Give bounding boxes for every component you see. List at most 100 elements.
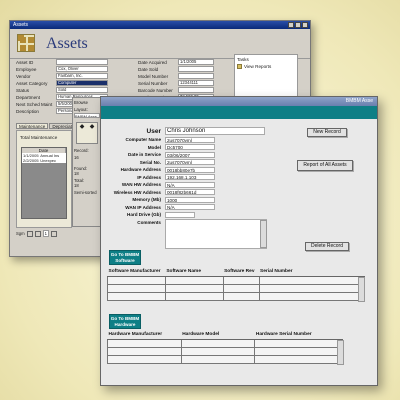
field-status: Status Sold	[16, 87, 108, 93]
record-label: Record:	[74, 148, 89, 153]
table-cell[interactable]	[180, 338, 256, 348]
field-label: Employee	[16, 66, 37, 72]
book-navigator[interactable]: ◆ ◆	[76, 122, 98, 144]
table-cell[interactable]	[107, 346, 182, 356]
field-label-wireless-hw-address: Wireless HW Address	[113, 189, 161, 195]
table-cell[interactable]	[180, 354, 256, 364]
table-cell[interactable]	[258, 275, 365, 285]
field-label: Next Sched Maint	[16, 101, 53, 107]
wan-hw-address-field[interactable]: N/A	[165, 181, 215, 188]
table-row[interactable]	[107, 283, 365, 293]
table-row[interactable]: 2/2/2005 Unexpec	[22, 158, 66, 163]
user-field[interactable]: Chris Johnson	[165, 127, 265, 135]
table-cell[interactable]	[222, 283, 260, 293]
field-label: Barcode Number	[138, 87, 173, 93]
bmbm-asset-window: BMBM Asse User Computer Name Model Date …	[100, 96, 378, 386]
table-row[interactable]	[107, 291, 365, 301]
hardware-scrollbar[interactable]	[337, 340, 344, 365]
wan-ip-address-field[interactable]: N/A	[165, 204, 215, 210]
close-button[interactable]	[302, 22, 308, 28]
total-value: 18	[74, 183, 79, 188]
record-navigation: Sgm 1	[16, 230, 76, 237]
new-record-button[interactable]: New Record	[307, 128, 347, 137]
col-software-manufacturer: Software Manufacturer	[107, 268, 166, 277]
field-value[interactable]: 1/1/2005	[178, 59, 214, 65]
field-label-wan-hw-address: WAN HW Address	[121, 182, 161, 187]
table-cell[interactable]	[107, 291, 166, 301]
layout-label: Layout:	[74, 107, 88, 112]
computer-name-field[interactable]: 2us7070yml	[165, 136, 215, 143]
report-of-all-assets-button[interactable]: Report of All Assets	[297, 160, 353, 171]
field-value[interactable]	[178, 87, 214, 93]
row-date: 2/2/2005	[23, 158, 39, 163]
table-cell[interactable]	[254, 338, 343, 348]
ip-address-field[interactable]: 192.168.1.103	[165, 174, 215, 180]
page-down-icon[interactable]: ◆	[87, 123, 97, 133]
field-value[interactable]	[56, 59, 108, 65]
page-up-icon[interactable]: ◆	[77, 123, 87, 133]
minimize-button[interactable]	[288, 22, 294, 28]
maximize-button[interactable]	[295, 22, 301, 28]
table-cell[interactable]	[107, 275, 166, 285]
model-field[interactable]: Dc5700	[165, 144, 215, 150]
go-to-software-button[interactable]: Go To BMBM Software	[109, 250, 141, 265]
field-value[interactable]: Cox, Oliver	[56, 66, 108, 72]
table-cell[interactable]	[107, 354, 182, 364]
table-cell[interactable]	[107, 338, 182, 348]
field-value[interactable]: 12344111	[178, 80, 214, 86]
layout-select[interactable]: BMBM Asse	[74, 113, 100, 118]
record-value: 16	[74, 155, 79, 160]
field-label-computer-name: Computer Name	[125, 137, 161, 142]
field-value[interactable]	[178, 73, 214, 79]
browse-label: Browse	[74, 100, 88, 105]
table-cell[interactable]	[258, 283, 365, 293]
table-cell[interactable]	[107, 283, 166, 293]
field-value[interactable]	[178, 66, 214, 72]
delete-record-button[interactable]: Delete Record	[305, 242, 349, 251]
table-row[interactable]	[107, 346, 343, 356]
comments-scrollbar[interactable]	[260, 220, 267, 248]
maintenance-grid: Date 1/1/2005 Annual Ins 2/2/2005 Unexpe…	[21, 147, 67, 219]
table-cell[interactable]	[254, 346, 343, 356]
window-controls	[288, 22, 308, 28]
table-row[interactable]	[107, 354, 343, 364]
table-cell[interactable]	[254, 354, 343, 364]
table-cell[interactable]	[164, 283, 224, 293]
field-employee: Employee Cox, Oliver	[16, 66, 108, 72]
tab-maintenance[interactable]: Maintenance	[16, 123, 49, 129]
software-scrollbar[interactable]	[358, 277, 365, 302]
date-in-service-field[interactable]: 03/06/2007	[165, 151, 215, 158]
serial-no-field[interactable]: 2us7070yml	[165, 159, 215, 165]
hardware-table-header: Hardware Manufacturer Hardware Model Har…	[107, 331, 343, 340]
comments-field[interactable]	[165, 219, 267, 249]
field-value[interactable]: Computer	[56, 80, 108, 86]
next-record-button[interactable]	[50, 230, 57, 237]
field-label: Asset ID	[16, 59, 34, 65]
field-label-hardware-address: Hardware Address	[120, 167, 161, 172]
view-reports-link[interactable]: View Reports	[237, 64, 295, 69]
go-to-hardware-button[interactable]: Go To BMBM Hardware	[109, 314, 141, 329]
hardware-address-field[interactable]: 0018bb80e7b	[165, 166, 215, 173]
table-cell[interactable]	[180, 346, 256, 356]
field-label: Date Acquired	[138, 59, 167, 65]
field-label: Description	[16, 108, 39, 114]
field-serial-number: Serial Number 12344111	[138, 80, 214, 86]
first-record-button[interactable]	[26, 230, 33, 237]
assets-header-title: Assets	[46, 35, 88, 52]
assets-titlebar: Assets	[10, 21, 310, 29]
table-row[interactable]	[107, 275, 365, 285]
field-value[interactable]: Fairbarn, Inc.	[56, 73, 108, 79]
prev-record-button[interactable]	[34, 230, 41, 237]
table-cell[interactable]	[222, 291, 260, 301]
table-cell[interactable]	[164, 291, 224, 301]
wireless-hw-address-field[interactable]: 0018f82b661d	[165, 189, 215, 195]
field-value[interactable]: Sold	[56, 87, 108, 93]
tasks-panel: Tasks View Reports	[234, 54, 298, 100]
table-cell[interactable]	[258, 291, 365, 301]
hard-drive-field[interactable]	[165, 211, 195, 218]
table-row[interactable]	[107, 338, 343, 348]
table-cell[interactable]	[222, 275, 260, 285]
record-number[interactable]: 1	[42, 230, 49, 237]
memory-field[interactable]: 1000	[165, 196, 215, 203]
table-cell[interactable]	[164, 275, 224, 285]
